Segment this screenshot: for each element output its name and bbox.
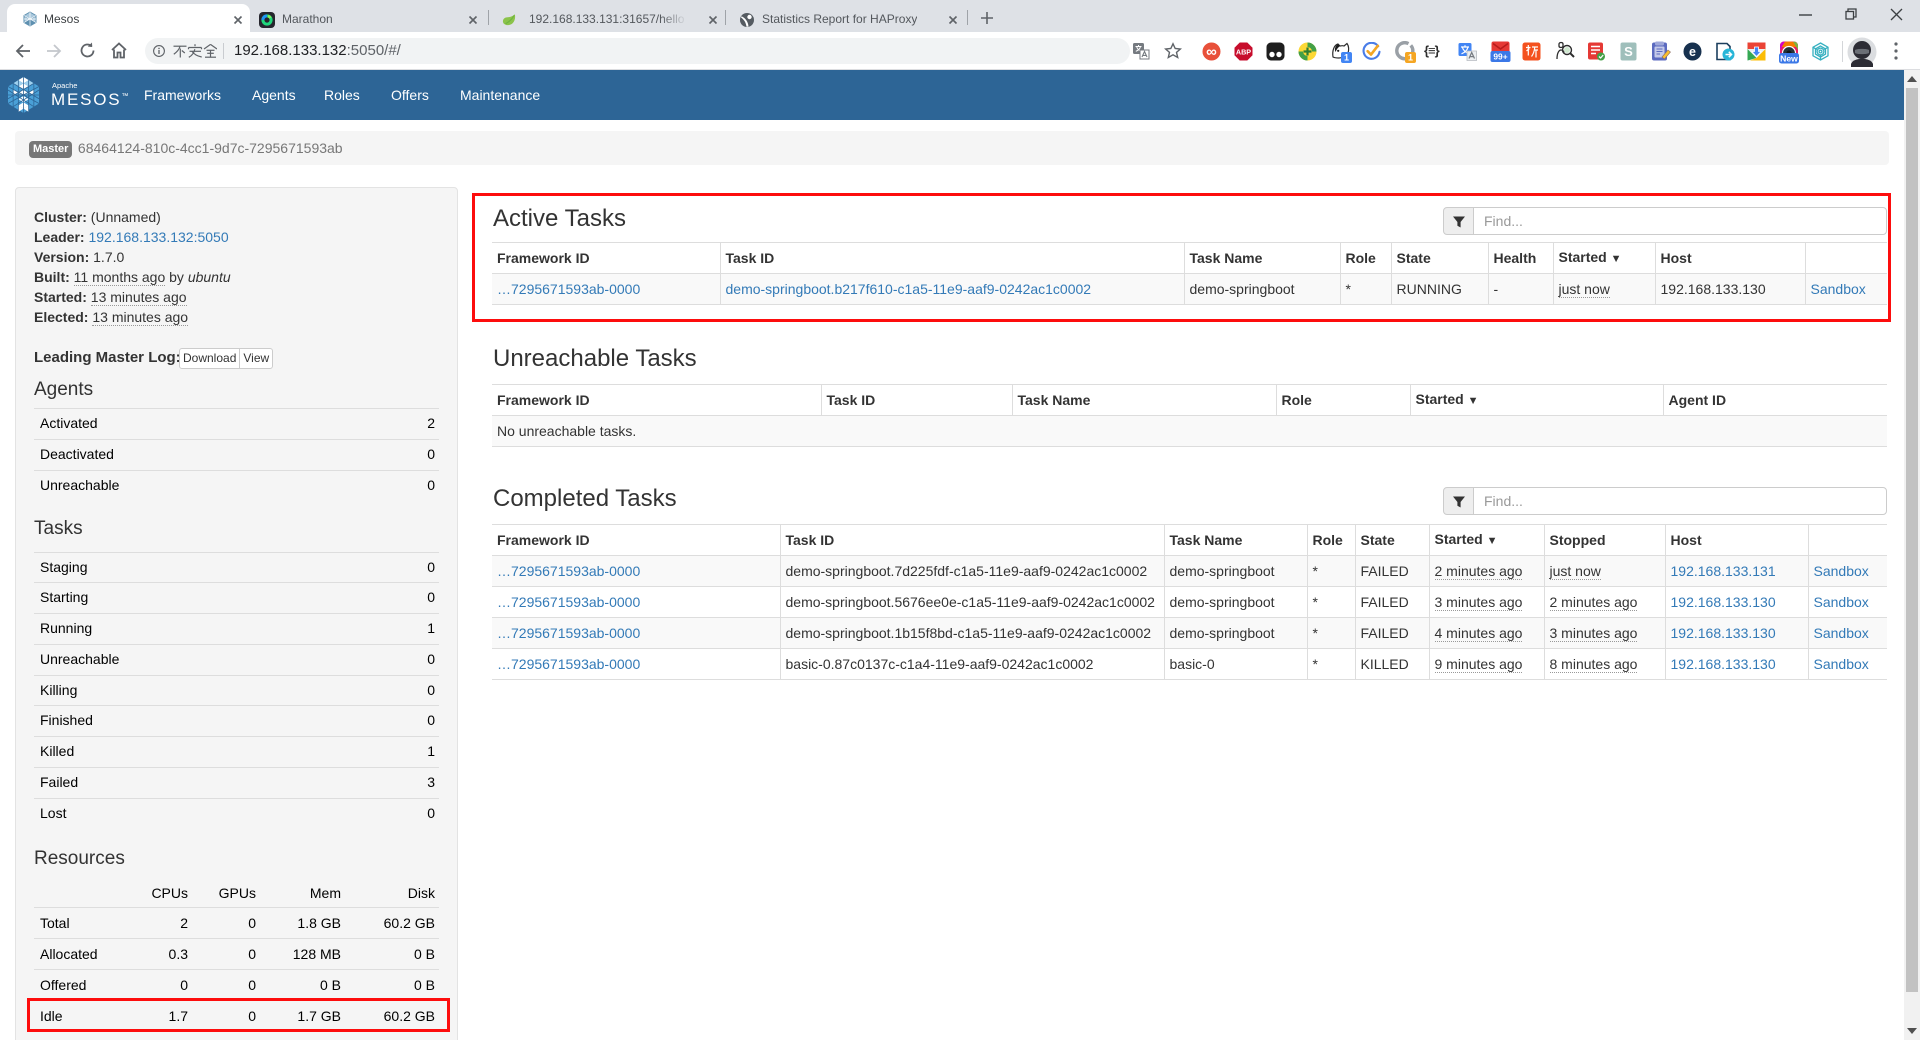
svg-text:1: 1 bbox=[1344, 53, 1349, 63]
svg-text:ABP: ABP bbox=[1236, 48, 1251, 57]
svg-text:e: e bbox=[1689, 45, 1696, 59]
svg-text:99+: 99+ bbox=[1493, 52, 1507, 62]
svg-text:S: S bbox=[1624, 44, 1633, 59]
svg-text:New: New bbox=[1780, 53, 1798, 63]
svg-text:∞: ∞ bbox=[1206, 44, 1217, 61]
svg-text:1: 1 bbox=[1408, 53, 1413, 63]
